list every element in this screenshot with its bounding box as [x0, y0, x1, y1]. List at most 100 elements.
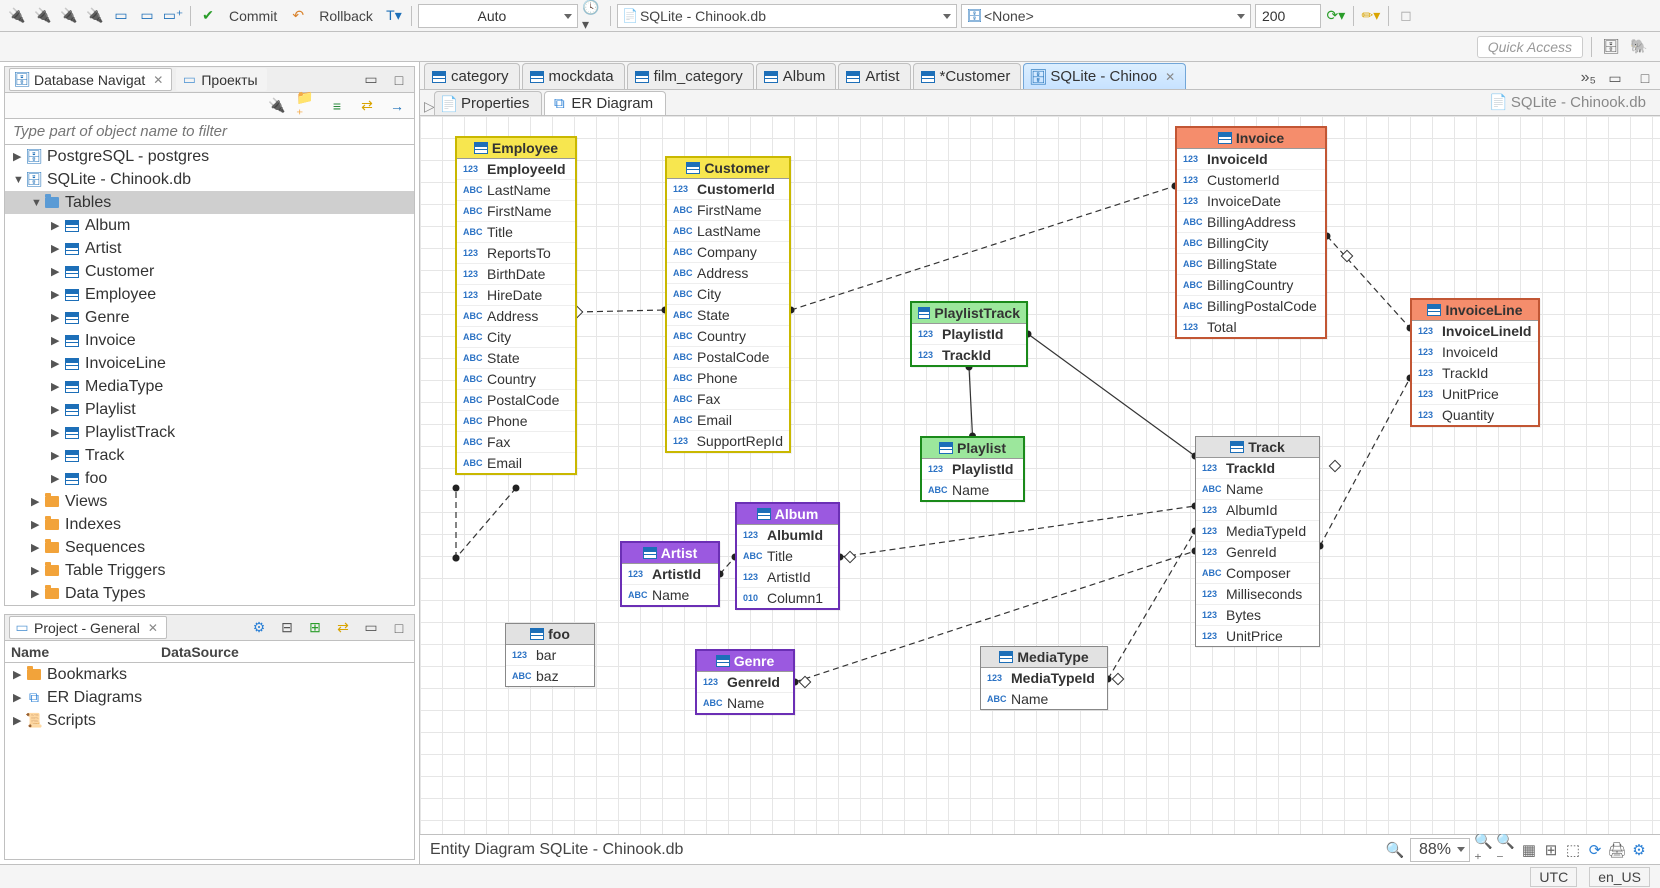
collapse-icon[interactable]: ≡ — [326, 95, 348, 117]
entity-genre[interactable]: Genre123GenreIdABCName — [695, 649, 795, 715]
entity-playlist[interactable]: Playlist123PlaylistIdABCName — [920, 436, 1025, 502]
entity-header[interactable]: Genre — [697, 651, 793, 672]
maximize-editor-icon[interactable]: □ — [1634, 67, 1656, 89]
entity-column[interactable]: 123InvoiceDate — [1177, 191, 1325, 212]
entity-column[interactable]: ABCPhone — [667, 368, 789, 389]
entity-column[interactable]: 123AlbumId — [1196, 500, 1319, 521]
entity-column[interactable]: 123MediaTypeId — [981, 668, 1107, 689]
sql-new-icon[interactable]: ▭⁺ — [162, 5, 184, 27]
plug-orange-icon[interactable]: 🔌 — [58, 5, 80, 27]
expand-icon[interactable]: ▶ — [51, 426, 63, 439]
expand-icon[interactable]: ▶ — [31, 541, 43, 554]
sql-script-icon[interactable]: ▭ — [136, 5, 158, 27]
settings-icon[interactable]: ⚙ — [248, 617, 270, 639]
add-icon[interactable]: ⊞ — [304, 617, 326, 639]
maximize-icon[interactable]: □ — [388, 617, 410, 639]
entity-column[interactable]: ABCState — [667, 305, 789, 326]
entity-column[interactable]: 123SupportRepId — [667, 431, 789, 451]
expand-icon[interactable]: ▶ — [51, 334, 63, 347]
close-icon[interactable]: ✕ — [149, 73, 163, 87]
entity-column[interactable]: 123EmployeeId — [457, 159, 575, 180]
entity-column[interactable]: ABCState — [457, 348, 575, 369]
entity-column[interactable]: ABCLastName — [667, 221, 789, 242]
entity-column[interactable]: 123Bytes — [1196, 605, 1319, 626]
entity-column[interactable]: 123TrackId — [1412, 363, 1538, 384]
entity-header[interactable]: Track — [1196, 437, 1319, 458]
entity-column[interactable]: ABCCity — [457, 327, 575, 348]
entity-column[interactable]: 123InvoiceId — [1412, 342, 1538, 363]
subtab-er-diagram[interactable]: ⧉ ER Diagram — [544, 91, 666, 115]
project-tree[interactable]: ▶Bookmarks▶⧉ER Diagrams▶📜Scripts — [5, 663, 414, 859]
tree-node[interactable]: ▶Employee — [5, 283, 414, 306]
new-connection-icon[interactable]: 🔌 — [6, 5, 28, 27]
expand-icon[interactable]: ▶ — [51, 472, 63, 485]
subtab-properties[interactable]: 📄 Properties — [434, 91, 542, 115]
entity-column[interactable]: 123ReportsTo — [457, 243, 575, 264]
entity-column[interactable]: ABCBillingAddress — [1177, 212, 1325, 233]
grid-icon[interactable]: ⊞ — [1540, 839, 1562, 861]
entity-column[interactable]: ABCTitle — [737, 546, 838, 567]
tree-node[interactable]: ▼Tables — [5, 191, 414, 214]
project-tab[interactable]: ▭ Project - General ✕ — [9, 616, 167, 639]
stop-icon[interactable]: ◻ — [1395, 5, 1417, 27]
tree-node[interactable]: ▶🗄PostgreSQL - postgres — [5, 145, 414, 168]
entity-column[interactable]: 123CustomerId — [1177, 170, 1325, 191]
editor-tab[interactable]: mockdata — [522, 63, 625, 89]
rollback-button[interactable]: Rollback — [313, 8, 379, 24]
entity-header[interactable]: PlaylistTrack — [912, 303, 1026, 324]
expand-icon[interactable]: ▶ — [13, 691, 25, 704]
entity-column[interactable]: 123InvoiceId — [1177, 149, 1325, 170]
entity-column[interactable]: 123AlbumId — [737, 525, 838, 546]
entity-column[interactable]: 123UnitPrice — [1412, 384, 1538, 405]
entity-header[interactable]: Playlist — [922, 438, 1023, 459]
connection-select[interactable]: 📄 SQLite - Chinook.db — [617, 4, 957, 28]
entity-column[interactable]: ABCName — [981, 689, 1107, 709]
entity-column[interactable]: 123TrackId — [912, 345, 1026, 365]
sql-editor-icon[interactable]: ▭ — [110, 5, 132, 27]
search-icon[interactable]: 🔍 — [1384, 839, 1406, 861]
navigator-tab[interactable]: 🗄 Database Navigat ✕ — [9, 68, 172, 91]
plug-disabled-icon[interactable]: 🔌 — [84, 5, 106, 27]
diagram-canvas[interactable]: Employee123EmployeeIdABCLastNameABCFirst… — [420, 116, 1660, 834]
link-icon[interactable]: ⇄ — [356, 95, 378, 117]
entity-header[interactable]: foo — [506, 624, 594, 645]
entity-column[interactable]: ABCFax — [667, 389, 789, 410]
zoom-in-icon[interactable]: 🔍⁺ — [1474, 839, 1496, 861]
expand-icon[interactable]: ▶ — [31, 564, 43, 577]
commit-icon[interactable]: ✔ — [197, 5, 219, 27]
expand-icon[interactable]: ▶ — [31, 587, 43, 600]
perspective-other-icon[interactable]: 🐘 — [1628, 36, 1650, 58]
connect-icon[interactable]: 🔌 — [266, 95, 288, 117]
projects-tab[interactable]: ▭ Проекты — [176, 68, 266, 91]
expand-icon[interactable]: ▶ — [13, 668, 25, 681]
tx-mode-combo[interactable]: Auto — [418, 4, 578, 28]
navigator-tree[interactable]: ▶🗄PostgreSQL - postgres▼🗄SQLite - Chinoo… — [5, 145, 414, 605]
tree-node[interactable]: ▶foo — [5, 467, 414, 490]
tree-node[interactable]: ▶Table Triggers — [5, 559, 414, 582]
history-icon[interactable]: 🕓▾ — [582, 5, 604, 27]
tabs-overflow-icon[interactable]: »₅ — [1581, 69, 1596, 87]
entity-column[interactable]: 123GenreId — [1196, 542, 1319, 563]
entity-column[interactable]: 123Quantity — [1412, 405, 1538, 425]
entity-column[interactable]: ABCLastName — [457, 180, 575, 201]
status-timezone[interactable]: UTC — [1530, 867, 1577, 887]
entity-column[interactable]: ABCName — [622, 585, 718, 605]
tree-node[interactable]: ▶MediaType — [5, 375, 414, 398]
entity-column[interactable]: ABCCity — [667, 284, 789, 305]
entity-column[interactable]: 123CustomerId — [667, 179, 789, 200]
refresh-icon[interactable]: → — [386, 95, 408, 117]
entity-foo[interactable]: foo123barABCbaz — [505, 623, 595, 687]
tree-node[interactable]: ▶Track — [5, 444, 414, 467]
new-folder-icon[interactable]: 📁⁺ — [296, 95, 318, 117]
entity-column[interactable]: ABCBillingCity — [1177, 233, 1325, 254]
entity-column[interactable]: 123InvoiceLineId — [1412, 321, 1538, 342]
entity-column[interactable]: 123GenreId — [697, 672, 793, 693]
expand-icon[interactable]: ▶ — [51, 357, 63, 370]
expand-icon[interactable]: ▶ — [13, 714, 25, 727]
entity-column[interactable]: 123ArtistId — [737, 567, 838, 588]
entity-header[interactable]: MediaType — [981, 647, 1107, 668]
refresh-diagram-icon[interactable]: ⟳ — [1584, 839, 1606, 861]
fetch-size-input[interactable]: 200 — [1255, 4, 1321, 28]
entity-column[interactable]: 123UnitPrice — [1196, 626, 1319, 646]
expand-icon[interactable]: ▶ — [51, 219, 63, 232]
